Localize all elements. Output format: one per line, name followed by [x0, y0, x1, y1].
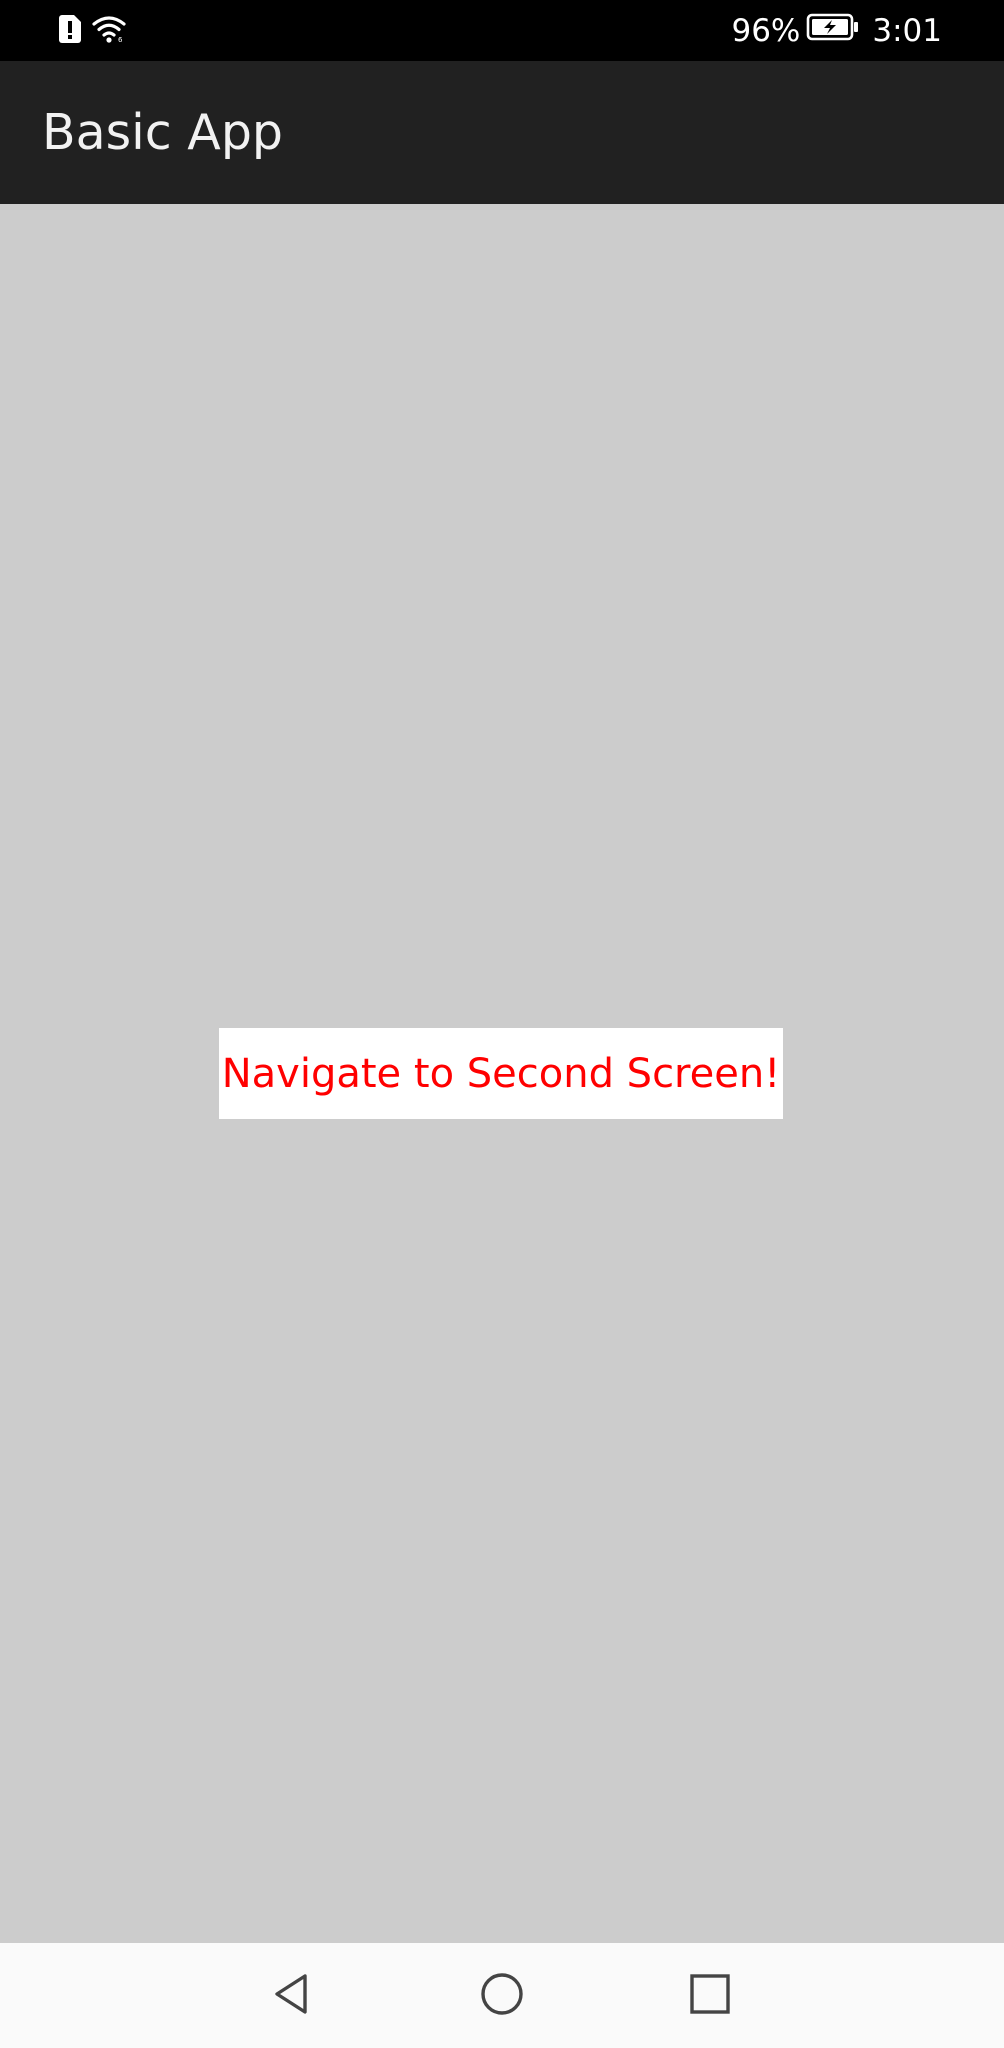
- home-button[interactable]: [452, 1943, 552, 2048]
- app-screen: 6 96% 3:01 Basic App Navigate to Second …: [0, 0, 1004, 2048]
- app-toolbar: Basic App: [0, 61, 1004, 204]
- navigate-second-screen-button[interactable]: Navigate to Second Screen!: [219, 1028, 783, 1119]
- battery-charging-icon: [806, 12, 860, 50]
- back-icon: [269, 1971, 313, 2020]
- status-left-icons: 6: [58, 14, 126, 48]
- sim-alert-icon: [58, 14, 82, 48]
- back-button[interactable]: [241, 1943, 341, 2048]
- main-content: Navigate to Second Screen!: [0, 204, 1004, 1943]
- status-bar: 6 96% 3:01: [0, 0, 1004, 61]
- system-navigation-bar: [0, 1943, 1004, 2048]
- recents-button[interactable]: [660, 1943, 760, 2048]
- status-clock: 3:01: [872, 12, 942, 49]
- app-title: Basic App: [42, 104, 284, 161]
- wifi-icon: 6: [92, 15, 126, 47]
- svg-text:6: 6: [118, 36, 123, 43]
- home-icon: [479, 1971, 525, 2020]
- recents-icon: [688, 1972, 732, 2019]
- battery-percent: 96%: [731, 12, 801, 49]
- status-right: 96% 3:01: [731, 0, 942, 61]
